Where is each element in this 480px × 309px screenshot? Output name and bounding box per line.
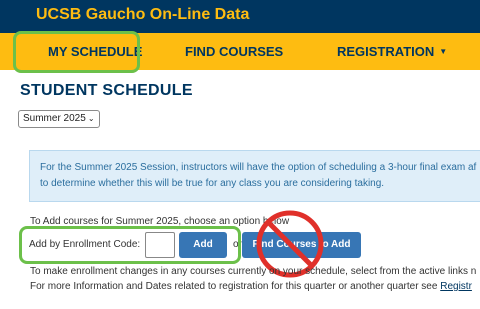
or-text: or (233, 239, 242, 250)
nav-my-schedule-label: MY SCHEDULE (48, 44, 143, 59)
term-select[interactable]: Summer 2025 ⌄ (18, 110, 100, 128)
registration-info-text: For more Information and Dates related t… (30, 281, 441, 292)
main-nav: MY SCHEDULE FIND COURSES REGISTRATION ▼ (0, 33, 480, 70)
nav-registration-label: REGISTRATION (337, 44, 435, 59)
info-alert: For the Summer 2025 Session, instructors… (29, 150, 480, 202)
nav-my-schedule[interactable]: MY SCHEDULE (48, 33, 142, 70)
page-title: STUDENT SCHEDULE (20, 82, 193, 99)
term-select-value: Summer 2025 (23, 113, 86, 124)
enrollment-changes-note: To make enrollment changes in any course… (30, 266, 477, 277)
nav-find-courses[interactable]: FIND COURSES (185, 33, 283, 70)
info-line-2: to determine whether this will be true f… (40, 178, 385, 189)
top-header-bar: UCSB Gaucho On-Line Data (0, 0, 480, 33)
nav-find-courses-label: FIND COURSES (185, 44, 284, 59)
enrollment-code-label: Add by Enrollment Code: (29, 239, 141, 250)
registration-link[interactable]: Registr (440, 281, 472, 292)
add-courses-intro: To Add courses for Summer 2025, choose a… (30, 216, 290, 227)
site-brand[interactable]: UCSB Gaucho On-Line Data (36, 6, 249, 24)
find-courses-to-add-button[interactable]: Find Courses to Add (242, 232, 361, 258)
info-line-1: For the Summer 2025 Session, instructors… (40, 162, 477, 173)
chevron-down-icon: ▼ (439, 47, 448, 56)
add-button[interactable]: Add (179, 232, 227, 258)
nav-registration[interactable]: REGISTRATION ▼ (337, 33, 447, 70)
registration-info-note: For more Information and Dates related t… (30, 281, 472, 292)
chevron-down-icon: ⌄ (87, 114, 95, 123)
enrollment-code-input[interactable] (145, 232, 175, 258)
